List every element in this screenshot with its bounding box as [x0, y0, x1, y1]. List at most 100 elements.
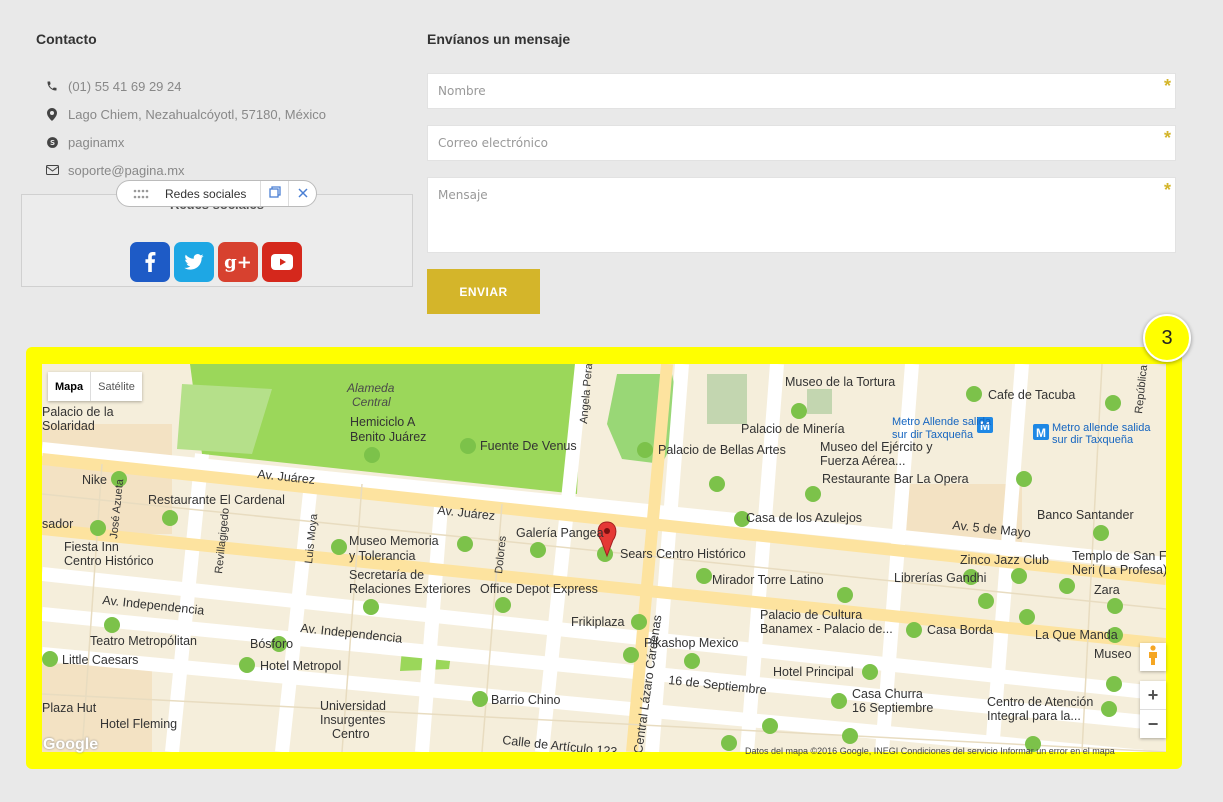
- twitter-icon[interactable]: [174, 242, 214, 282]
- svg-text:Neri (La Profesa): Neri (La Profesa): [1072, 563, 1166, 577]
- svg-text:Centro Histórico: Centro Histórico: [64, 554, 154, 568]
- svg-text:Banco Santander: Banco Santander: [1037, 508, 1134, 522]
- svg-text:Zara: Zara: [1094, 583, 1120, 597]
- svg-text:Palacio de Bellas Artes: Palacio de Bellas Artes: [658, 443, 786, 457]
- map-attribution[interactable]: Datos del mapa ©2016 Google, INEGI Condi…: [745, 746, 1115, 756]
- map-type-control: Mapa Satélite: [48, 372, 142, 401]
- send-button[interactable]: ENVIAR: [427, 269, 540, 314]
- svg-text:Integral para la...: Integral para la...: [987, 709, 1081, 723]
- email-field-wrapper: *: [427, 125, 1176, 161]
- contact-skype: S paginamx: [36, 128, 326, 156]
- svg-text:Museo Memoria: Museo Memoria: [349, 534, 439, 548]
- svg-text:Galería Pangea: Galería Pangea: [516, 526, 604, 540]
- svg-text:Casa Borda: Casa Borda: [927, 623, 993, 637]
- required-mark: *: [1163, 128, 1171, 148]
- close-icon: [297, 187, 308, 201]
- svg-text:Palacio de la: Palacio de la: [42, 405, 114, 419]
- social-networks-box: Redes sociales g+: [21, 194, 413, 287]
- svg-text:Teatro Metropólitan: Teatro Metropólitan: [90, 634, 197, 648]
- map-marker-icon: [36, 107, 68, 121]
- pegman-icon: [1147, 644, 1159, 670]
- svg-text:Alameda: Alameda: [346, 381, 395, 395]
- svg-text:Sears Centro Histórico: Sears Centro Histórico: [620, 547, 746, 561]
- svg-text:Relaciones Exteriores: Relaciones Exteriores: [349, 582, 471, 596]
- svg-text:sur dir Taxqueña: sur dir Taxqueña: [1052, 434, 1134, 446]
- svg-text:Metro allende salida: Metro allende salida: [1052, 422, 1151, 434]
- facebook-icon[interactable]: [130, 242, 170, 282]
- remove-button[interactable]: [288, 181, 316, 206]
- contact-list: (01) 55 41 69 29 24 Lago Chiem, Nezahual…: [36, 72, 326, 184]
- svg-text:Banamex - Palacio de...: Banamex - Palacio de...: [760, 622, 893, 636]
- svg-text:Nike: Nike: [82, 473, 107, 487]
- contact-skype-text: paginamx: [68, 134, 125, 150]
- contact-heading: Contacto: [36, 31, 97, 47]
- message-field-wrapper: *: [427, 177, 1176, 253]
- svg-text:Templo de San Felipe: Templo de San Felipe: [1072, 549, 1166, 563]
- youtube-icon[interactable]: [262, 242, 302, 282]
- svg-text:Palacio de Cultura: Palacio de Cultura: [760, 608, 862, 622]
- svg-text:Solaridad: Solaridad: [42, 419, 95, 433]
- zoom-in-button[interactable]: +: [1140, 681, 1166, 709]
- svg-text:Restaurante El Cardenal: Restaurante El Cardenal: [148, 493, 285, 507]
- svg-text:Fuerza Aérea...: Fuerza Aérea...: [820, 454, 905, 468]
- svg-text:Centro: Centro: [332, 727, 370, 741]
- zoom-control: + −: [1140, 681, 1166, 738]
- contact-address-text: Lago Chiem, Nezahualcóyotl, 57180, Méxic…: [68, 106, 326, 122]
- svg-text:Benito Juárez: Benito Juárez: [350, 430, 426, 444]
- svg-text:S: S: [49, 137, 54, 146]
- svg-text:Fuente De Venus: Fuente De Venus: [480, 439, 577, 453]
- envelope-icon: [36, 165, 68, 175]
- duplicate-button[interactable]: [260, 181, 288, 206]
- drag-handle-icon[interactable]: [117, 189, 165, 199]
- google-map[interactable]: M M Alameda Central Hemiciclo A Benito J…: [42, 364, 1166, 752]
- svg-text:Hotel Metropol: Hotel Metropol: [260, 659, 341, 673]
- skype-icon: S: [36, 136, 68, 149]
- zoom-out-button[interactable]: −: [1140, 710, 1166, 738]
- svg-text:Fiesta Inn: Fiesta Inn: [64, 540, 119, 554]
- email-field[interactable]: [428, 126, 1175, 160]
- map-type-satellite-button[interactable]: Satélite: [91, 372, 142, 401]
- svg-text:Metro Allende salida: Metro Allende salida: [892, 416, 992, 428]
- svg-text:Casa Churra: Casa Churra: [852, 687, 923, 701]
- step-number-badge: 3: [1143, 314, 1191, 362]
- svg-text:M: M: [1036, 426, 1046, 440]
- svg-text:Cafe de Tacuba: Cafe de Tacuba: [988, 388, 1075, 402]
- required-mark: *: [1163, 76, 1171, 96]
- svg-text:Central: Central: [352, 395, 391, 409]
- svg-text:Librerías Gandhi: Librerías Gandhi: [894, 571, 986, 585]
- svg-text:Barrio Chino: Barrio Chino: [491, 693, 561, 707]
- contact-email-text: soporte@pagina.mx: [68, 162, 185, 178]
- svg-text:Museo de la Tortura: Museo de la Tortura: [785, 375, 895, 389]
- svg-text:Hotel Fleming: Hotel Fleming: [100, 717, 177, 731]
- social-icons: g+: [130, 242, 302, 282]
- svg-text:Palacio de Minería: Palacio de Minería: [741, 422, 845, 436]
- svg-text:Frikiplaza: Frikiplaza: [571, 615, 625, 629]
- widget-edit-toolbar: Redes sociales: [116, 180, 317, 207]
- contact-phone-text: (01) 55 41 69 29 24: [68, 78, 182, 94]
- svg-text:Centro de Atención: Centro de Atención: [987, 695, 1093, 709]
- svg-text:Secretaría de: Secretaría de: [349, 568, 424, 582]
- name-field[interactable]: [428, 74, 1175, 108]
- map-canvas[interactable]: M M Alameda Central Hemiciclo A Benito J…: [42, 364, 1166, 752]
- svg-text:Universidad: Universidad: [320, 699, 386, 713]
- svg-text:16 Septiembre: 16 Septiembre: [852, 701, 933, 715]
- svg-text:Restaurante Bar La Opera: Restaurante Bar La Opera: [822, 472, 969, 486]
- svg-text:Bósforo: Bósforo: [250, 637, 293, 651]
- google-logo: Google: [43, 736, 99, 753]
- svg-text:Museo del Ejército y: Museo del Ejército y: [820, 440, 933, 454]
- map-type-map-button[interactable]: Mapa: [48, 372, 92, 401]
- contact-phone: (01) 55 41 69 29 24: [36, 72, 326, 100]
- svg-text:Plaza Hut: Plaza Hut: [42, 701, 97, 715]
- form-heading: Envíanos un mensaje: [427, 31, 571, 47]
- street-view-pegman[interactable]: [1140, 643, 1166, 671]
- svg-text:sador: sador: [42, 517, 73, 531]
- google-plus-icon[interactable]: g+: [218, 242, 258, 282]
- svg-text:Hotel Principal: Hotel Principal: [773, 665, 854, 679]
- widget-label: Redes sociales: [165, 186, 247, 201]
- duplicate-icon: [268, 186, 281, 201]
- svg-text:Zinco Jazz Club: Zinco Jazz Club: [960, 553, 1049, 567]
- message-field[interactable]: [428, 178, 1175, 252]
- required-mark: *: [1163, 180, 1171, 200]
- name-field-wrapper: *: [427, 73, 1176, 109]
- svg-text:La Que Manda: La Que Manda: [1035, 628, 1118, 642]
